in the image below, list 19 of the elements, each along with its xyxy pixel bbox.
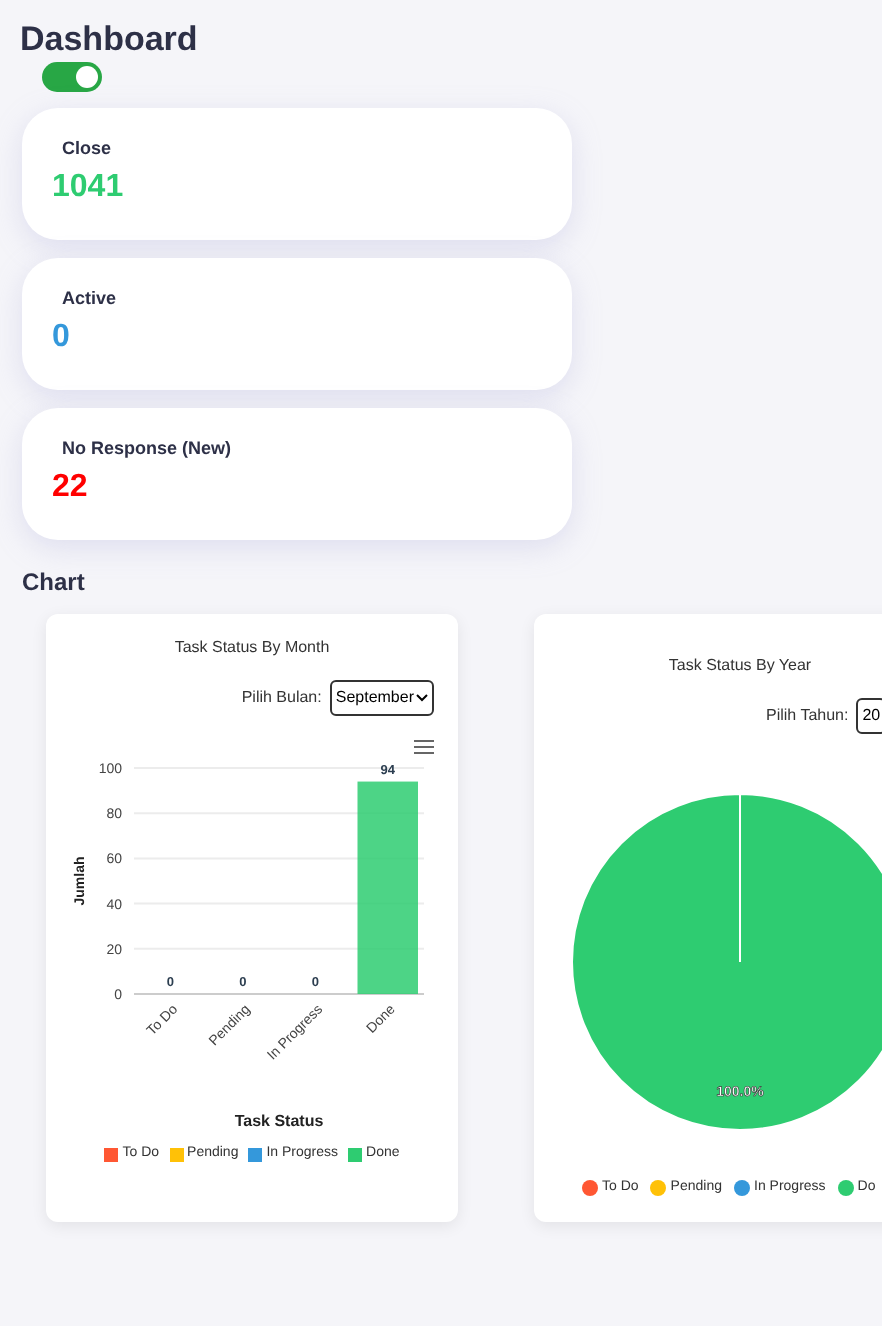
section-title: Chart [22,566,87,600]
stat-value: 0 [52,317,70,357]
stat-value: 22 [52,467,88,507]
year-select[interactable]: 20 [856,698,882,734]
toggle-knob [76,66,98,88]
stat-label: Active [62,286,117,312]
stat-value: 1041 [52,167,124,207]
page-title: Dashboard [20,20,200,60]
stat-label: Close [62,136,112,162]
picker-label: Pilih Bulan: [241,686,322,710]
picker-label: Pilih Tahun: [766,704,849,728]
x-axis-title: Task Status [234,1112,324,1130]
toggle-switch[interactable] [42,62,102,92]
menu-icon[interactable] [414,740,434,754]
chart-title: Task Status By Year [668,654,812,678]
chart-title: Task Status By Month [174,636,330,660]
chevron-down-icon [416,694,428,702]
month-select[interactable]: September [329,680,434,716]
stat-label: No Response (New) [62,436,232,462]
